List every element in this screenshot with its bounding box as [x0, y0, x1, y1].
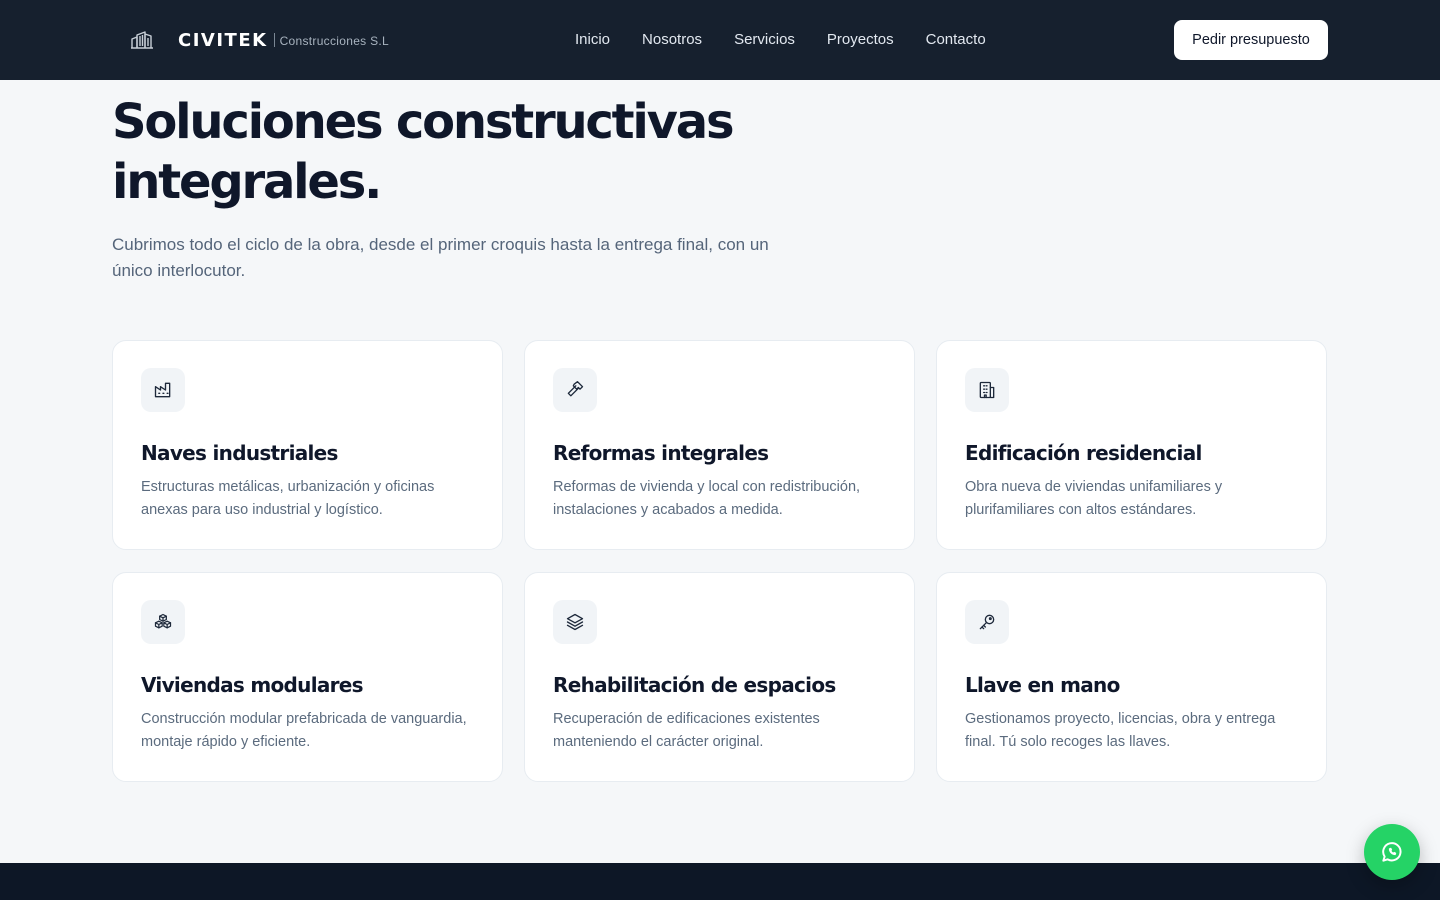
layers-icon	[553, 600, 597, 644]
service-card-edificacion-residencial[interactable]: Edificación residencial Obra nueva de vi…	[936, 340, 1327, 550]
service-card-rehabilitacion-espacios[interactable]: Rehabilitación de espacios Recuperación …	[524, 572, 915, 782]
service-card-reformas-integrales[interactable]: Reformas integrales Reformas de vivienda…	[524, 340, 915, 550]
service-title: Rehabilitación de espacios	[553, 673, 836, 697]
building-outline-icon	[131, 31, 153, 49]
nav-link-proyectos[interactable]: Proyectos	[827, 29, 894, 51]
service-title: Viviendas modulares	[141, 673, 364, 697]
service-card-llave-en-mano[interactable]: Llave en mano Gestionamos proyecto, lice…	[936, 572, 1327, 782]
service-title: Edificación residencial	[965, 441, 1202, 465]
service-title: Llave en mano	[965, 673, 1120, 697]
main-nav: Inicio Nosotros Servicios Proyectos Cont…	[575, 29, 986, 51]
service-description: Obra nueva de viviendas unifamiliares y …	[965, 479, 1223, 518]
service-description: Construcción modular prefabricada de van…	[141, 711, 467, 750]
site-footer	[0, 863, 1440, 900]
nav-link-inicio[interactable]: Inicio	[575, 29, 610, 51]
site-header: CIVITEK Construcciones S.L Inicio Nosotr…	[0, 0, 1440, 80]
building-icon	[965, 368, 1009, 412]
page-title: Soluciones constructivas integrales.	[112, 94, 735, 210]
service-card-viviendas-modulares[interactable]: Viviendas modulares Construcción modular…	[112, 572, 503, 782]
brand-name: CIVITEK	[178, 29, 268, 51]
hammer-icon	[553, 368, 597, 412]
whatsapp-button[interactable]	[1364, 824, 1420, 880]
service-description: Gestionamos proyecto, licencias, obra y …	[965, 711, 1276, 750]
service-title: Reformas integrales	[553, 441, 769, 465]
key-icon	[965, 600, 1009, 644]
service-card-naves-industriales[interactable]: Naves industriales Estructuras metálicas…	[112, 340, 503, 550]
brand-divider	[273, 33, 275, 47]
brand-subtitle: Construcciones S.L	[279, 34, 390, 48]
request-quote-button[interactable]: Pedir presupuesto	[1174, 20, 1328, 60]
brand-logo[interactable]: CIVITEK Construcciones S.L	[130, 26, 389, 54]
service-title: Naves industriales	[141, 441, 338, 465]
whatsapp-icon	[1382, 842, 1402, 862]
factory-icon	[141, 368, 185, 412]
service-description: Recuperación de edificaciones existentes…	[553, 711, 820, 750]
nav-link-nosotros[interactable]: Nosotros	[642, 29, 702, 51]
nav-link-contacto[interactable]: Contacto	[926, 29, 986, 51]
page-subtitle: Cubrimos todo el ciclo de la obra, desde…	[112, 235, 769, 280]
nav-link-servicios[interactable]: Servicios	[734, 29, 795, 51]
service-description: Estructuras metálicas, urbanización y of…	[141, 479, 435, 518]
boxes-icon	[141, 600, 185, 644]
service-description: Reformas de vivienda y local con redistr…	[553, 479, 861, 518]
